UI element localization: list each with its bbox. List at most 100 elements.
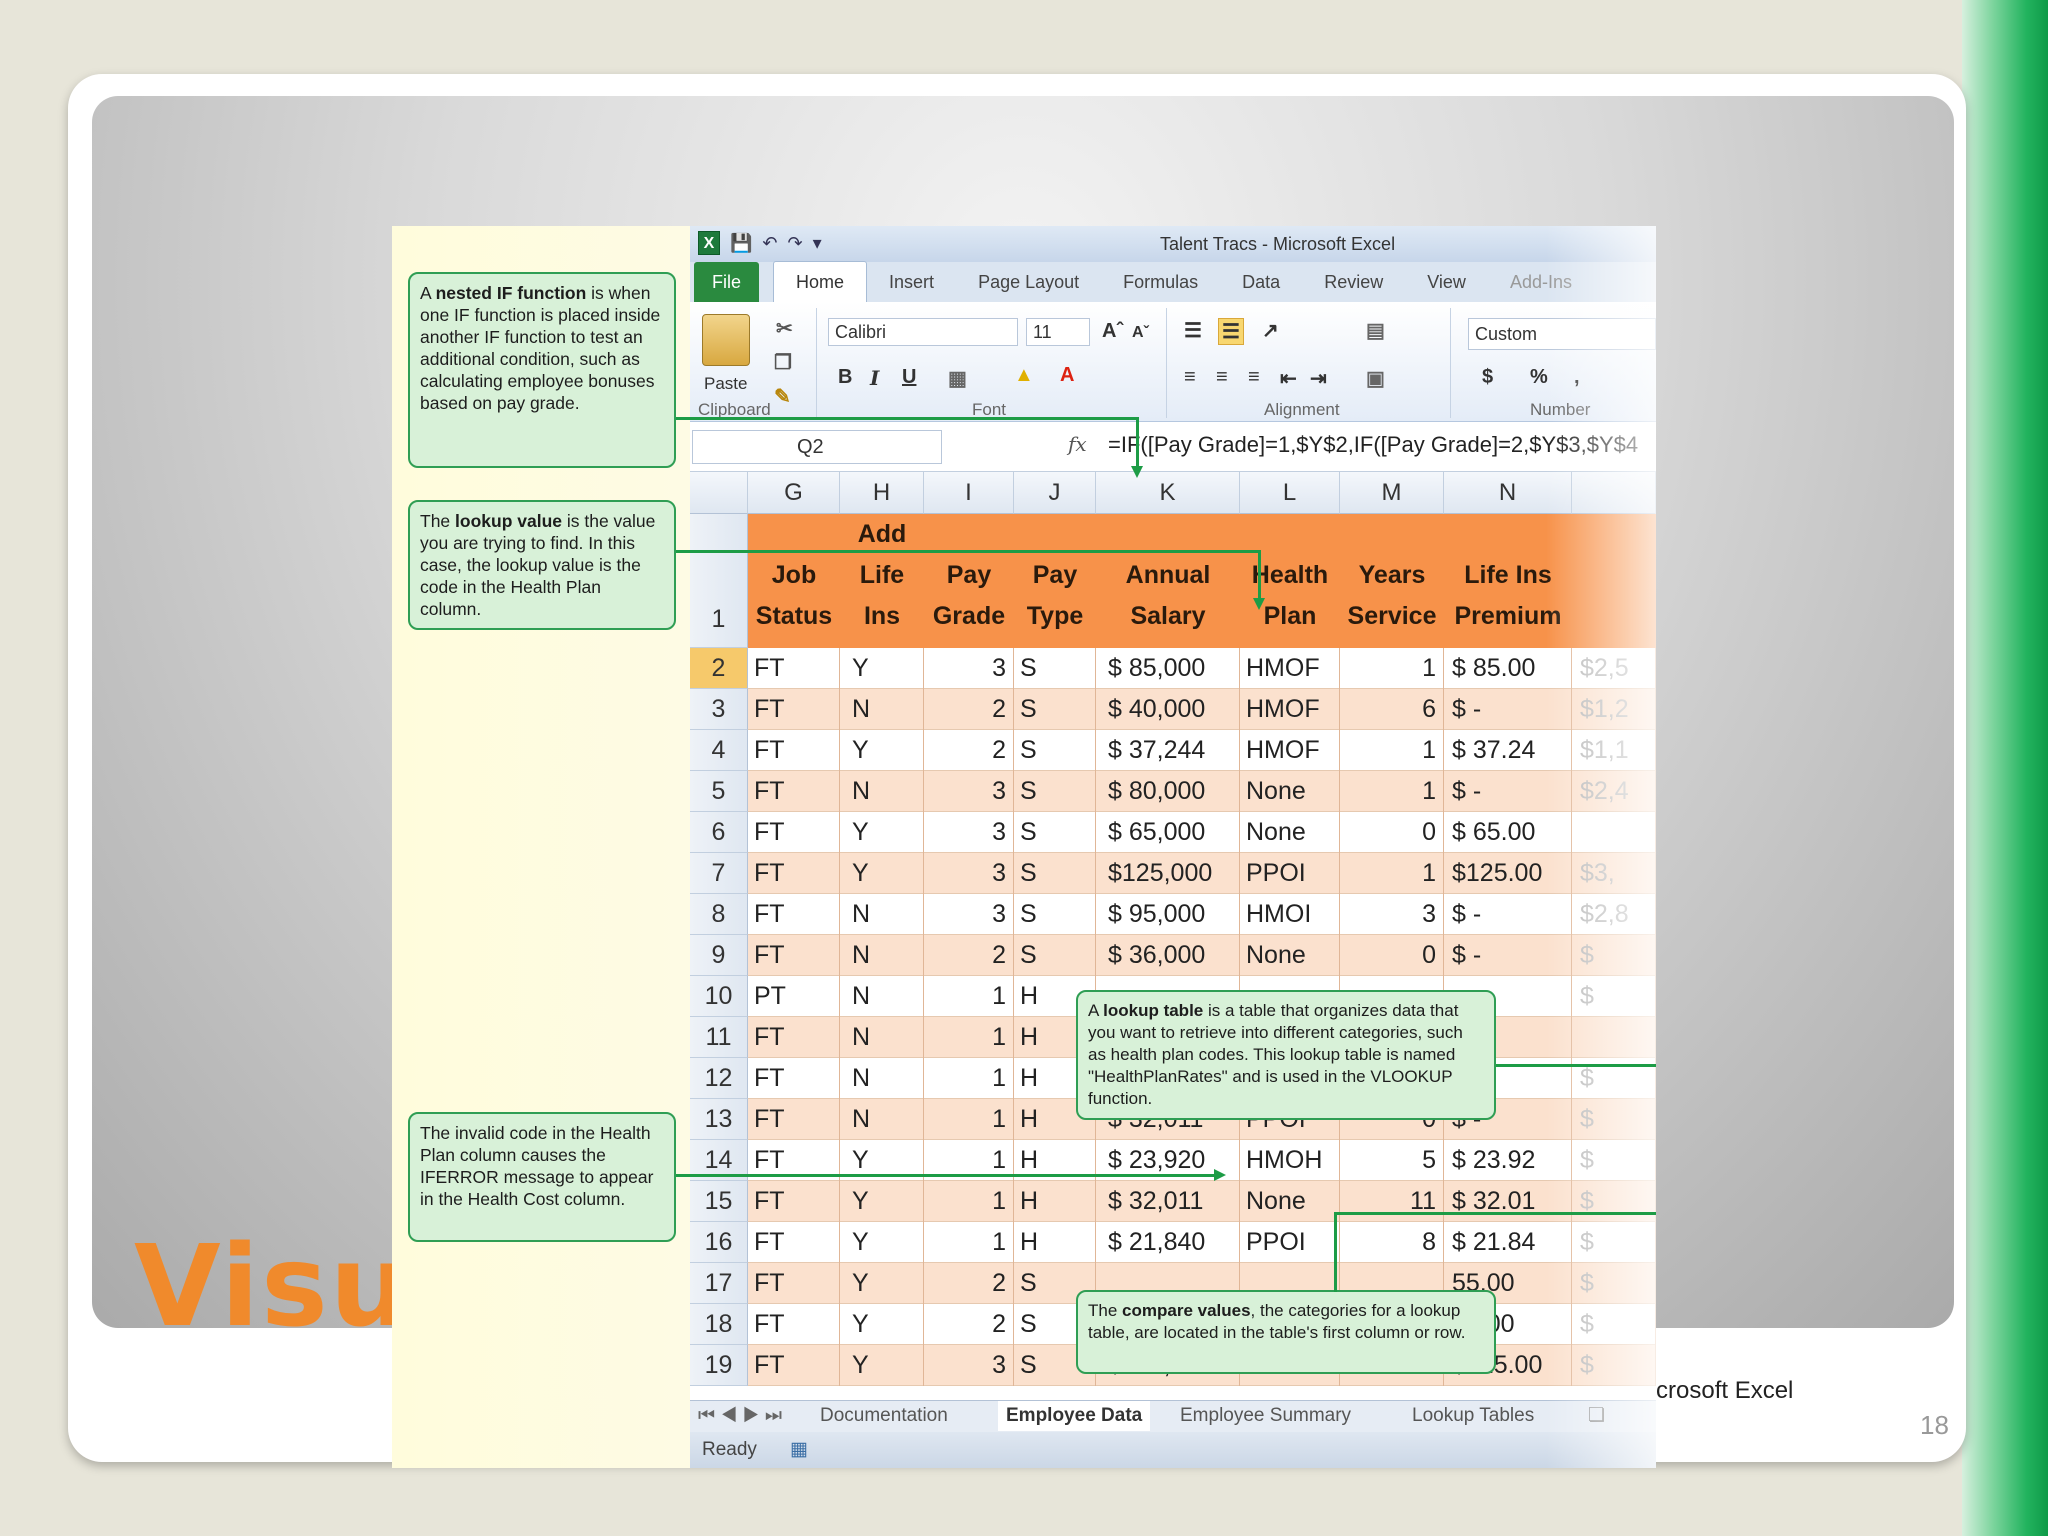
tab-home[interactable]: Home — [773, 261, 868, 302]
tab-page-layout[interactable]: Page Layout — [956, 272, 1101, 302]
table-cell[interactable]: Y — [840, 648, 924, 689]
row-number[interactable]: 6 — [690, 812, 748, 853]
column-header-k[interactable]: K — [1096, 472, 1240, 514]
font-name-select[interactable]: Calibri — [828, 318, 1018, 346]
row-number[interactable]: 9 — [690, 935, 748, 976]
table-cell[interactable]: 2 — [924, 689, 1014, 730]
column-header-h[interactable]: H — [840, 472, 924, 514]
row-number[interactable]: 1 — [690, 514, 748, 648]
table-cell[interactable]: $ 32,011 — [1096, 1181, 1240, 1222]
redo-icon[interactable]: ↷ — [788, 231, 803, 255]
row-number[interactable]: 4 — [690, 730, 748, 771]
table-cell[interactable]: 1 — [1340, 771, 1444, 812]
table-cell[interactable]: 0 — [1340, 935, 1444, 976]
row-number[interactable]: 16 — [690, 1222, 748, 1263]
shrink-font-icon[interactable]: Aˇ — [1132, 324, 1149, 342]
table-cell[interactable]: S — [1014, 648, 1096, 689]
column-header-i[interactable]: I — [924, 472, 1014, 514]
cut-icon[interactable]: ✂ — [776, 316, 793, 341]
table-cell[interactable]: 2 — [924, 1304, 1014, 1345]
table-cell[interactable]: 1 — [924, 1017, 1014, 1058]
table-cell[interactable]: FT — [748, 1345, 840, 1386]
table-cell[interactable]: S — [1014, 730, 1096, 771]
table-cell[interactable]: $ 80,000 — [1096, 771, 1240, 812]
table-cell[interactable]: S — [1014, 812, 1096, 853]
table-cell[interactable]: Y — [840, 1263, 924, 1304]
table-cell[interactable]: FT — [748, 771, 840, 812]
tab-formulas[interactable]: Formulas — [1101, 272, 1220, 302]
table-cell[interactable]: 8 — [1340, 1222, 1444, 1263]
row-number[interactable]: 11 — [690, 1017, 748, 1058]
table-cell[interactable]: PT — [748, 976, 840, 1017]
grow-font-icon[interactable]: Aˆ — [1102, 320, 1123, 343]
table-cell[interactable]: S — [1014, 894, 1096, 935]
wrap-text-icon[interactable]: ▤ — [1366, 318, 1385, 343]
row-number[interactable]: 5 — [690, 771, 748, 812]
table-cell[interactable]: HMOF — [1240, 730, 1340, 771]
select-all-corner[interactable] — [690, 472, 748, 514]
row-number[interactable]: 19 — [690, 1345, 748, 1386]
table-cell[interactable]: 0 — [1340, 812, 1444, 853]
table-cell[interactable]: FT — [748, 1263, 840, 1304]
row-number[interactable]: 8 — [690, 894, 748, 935]
fx-icon[interactable]: fx — [1068, 432, 1087, 456]
orientation-icon[interactable]: ↗ — [1262, 318, 1279, 343]
sheet-tab-employee-data[interactable]: Employee Data — [998, 1401, 1151, 1431]
table-cell[interactable]: 6 — [1340, 689, 1444, 730]
table-cell[interactable]: Y — [840, 853, 924, 894]
table-cell[interactable]: Y — [840, 730, 924, 771]
table-cell[interactable]: 1 — [924, 1181, 1014, 1222]
table-cell[interactable]: Y — [840, 1345, 924, 1386]
row-number[interactable]: 17 — [690, 1263, 748, 1304]
table-cell[interactable]: None — [1240, 1181, 1340, 1222]
merge-center-icon[interactable]: ▣ — [1366, 366, 1385, 391]
table-cell[interactable]: FT — [748, 1058, 840, 1099]
align-center-icon[interactable]: ≡ — [1216, 366, 1228, 389]
align-top-icon[interactable]: ☰ — [1184, 318, 1202, 343]
decrease-indent-icon[interactable]: ⇤ — [1280, 366, 1297, 391]
column-header-m[interactable]: M — [1340, 472, 1444, 514]
table-cell[interactable]: $ 85,000 — [1096, 648, 1240, 689]
table-cell[interactable]: 3 — [924, 771, 1014, 812]
table-cell[interactable]: N — [840, 1099, 924, 1140]
table-cell[interactable]: $ 40,000 — [1096, 689, 1240, 730]
name-box[interactable]: Q2 — [692, 430, 942, 464]
italic-button[interactable]: I — [870, 366, 879, 390]
table-cell[interactable]: N — [840, 1058, 924, 1099]
table-cell[interactable]: PPOI — [1240, 1222, 1340, 1263]
table-cell[interactable]: FT — [748, 1222, 840, 1263]
column-header-l[interactable]: L — [1240, 472, 1340, 514]
table-cell[interactable]: N — [840, 894, 924, 935]
paste-button[interactable]: Paste — [704, 374, 747, 394]
increase-indent-icon[interactable]: ⇥ — [1310, 366, 1327, 391]
save-icon[interactable]: 💾 — [730, 231, 752, 255]
table-cell[interactable]: 3 — [924, 812, 1014, 853]
font-size-select[interactable]: 11 — [1026, 318, 1090, 346]
table-cell[interactable]: HMOI — [1240, 894, 1340, 935]
table-cell[interactable]: S — [1014, 771, 1096, 812]
column-header-j[interactable]: J — [1014, 472, 1096, 514]
table-cell[interactable]: S — [1014, 689, 1096, 730]
table-cell[interactable]: 3 — [924, 894, 1014, 935]
currency-button[interactable]: $ — [1482, 366, 1493, 389]
table-cell[interactable]: FT — [748, 1304, 840, 1345]
sheet-nav-icon[interactable]: ⏮ ◀ ▶ ⏭ — [698, 1401, 782, 1431]
table-cell[interactable]: 3 — [924, 648, 1014, 689]
row-number[interactable]: 7 — [690, 853, 748, 894]
table-cell[interactable]: 3 — [1340, 894, 1444, 935]
align-left-icon[interactable]: ≡ — [1184, 366, 1196, 389]
table-cell[interactable]: HMOH — [1240, 1140, 1340, 1181]
row-number[interactable]: 15 — [690, 1181, 748, 1222]
tab-view[interactable]: View — [1405, 272, 1488, 302]
table-cell[interactable]: None — [1240, 935, 1340, 976]
table-cell[interactable]: 2 — [924, 1263, 1014, 1304]
table-cell[interactable]: N — [840, 1017, 924, 1058]
customize-qat-icon[interactable]: ▾ — [813, 231, 822, 255]
table-cell[interactable]: $ 65,000 — [1096, 812, 1240, 853]
table-cell[interactable]: 3 — [924, 1345, 1014, 1386]
table-cell[interactable]: None — [1240, 771, 1340, 812]
tab-review[interactable]: Review — [1302, 272, 1405, 302]
table-cell[interactable]: $125,000 — [1096, 853, 1240, 894]
sheet-tab-employee-summary[interactable]: Employee Summary — [1180, 1401, 1351, 1431]
table-cell[interactable]: H — [1014, 1181, 1096, 1222]
